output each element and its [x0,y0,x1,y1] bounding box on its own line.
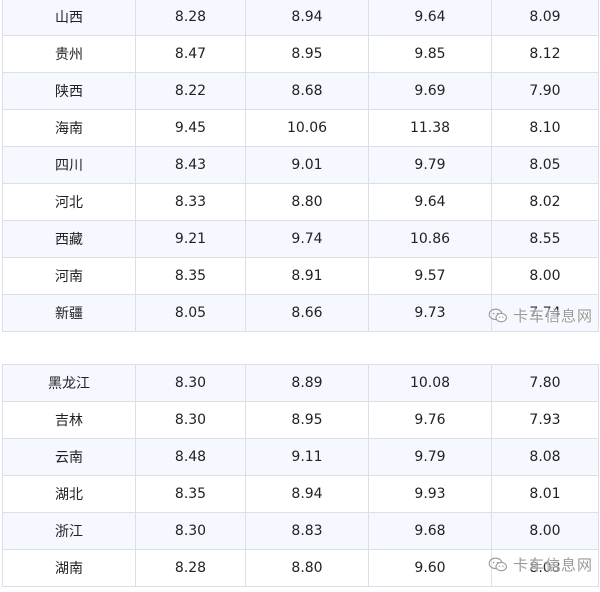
price-cell: 8.05 [135,294,246,332]
price-cell: 8.94 [245,475,369,513]
table-row: 黑龙江 8.30 8.89 10.08 7.80 [2,364,599,402]
price-cell: 7.90 [491,72,599,110]
price-cell: 9.11 [245,438,369,476]
price-cell: 8.22 [135,72,246,110]
price-cell: 8.83 [245,512,369,550]
price-cell: 8.05 [491,146,599,184]
price-cell: 9.79 [368,146,492,184]
price-cell: 9.73 [368,294,492,332]
province-cell: 四川 [2,146,136,184]
table-row: 云南 8.48 9.11 9.79 8.08 [2,438,599,476]
price-cell: 10.06 [245,109,369,147]
price-cell: 8.08 [491,438,599,476]
province-cell: 黑龙江 [2,364,136,402]
province-cell: 云南 [2,438,136,476]
price-cell: 9.64 [368,0,492,36]
price-cell: 8.68 [245,72,369,110]
watermark: 卡车信息网 [488,554,593,575]
price-cell: 8.00 [491,257,599,295]
province-cell: 贵州 [2,35,136,73]
wechat-icon [488,308,507,322]
price-cell: 8.95 [245,401,369,439]
price-cell: 8.10 [491,109,599,147]
table-row: 贵州 8.47 8.95 9.85 8.12 [2,35,599,73]
province-cell: 山西 [2,0,136,36]
province-cell: 吉林 [2,401,136,439]
price-cell: 8.28 [135,549,246,587]
price-cell: 8.95 [245,35,369,73]
price-cell: 9.57 [368,257,492,295]
table-row: 西藏 9.21 9.74 10.86 8.55 [2,220,599,258]
watermark: 卡车信息网 [488,305,593,326]
price-cell: 8.12 [491,35,599,73]
price-cell: 10.08 [368,364,492,402]
table-row: 陕西 8.22 8.68 9.69 7.90 [2,72,599,110]
price-cell: 9.85 [368,35,492,73]
price-cell: 8.30 [135,401,246,439]
price-cell: 9.74 [245,220,369,258]
price-cell: 8.80 [245,183,369,221]
price-cell: 8.94 [245,0,369,36]
wechat-icon [488,557,507,571]
price-cell: 8.01 [491,475,599,513]
watermark-text: 卡车信息网 [513,556,594,574]
price-cell: 8.89 [245,364,369,402]
table-row: 河北 8.33 8.80 9.64 8.02 [2,183,599,221]
watermark-text: 卡车信息网 [513,307,594,325]
price-cell: 8.91 [245,257,369,295]
price-cell: 9.64 [368,183,492,221]
price-cell: 11.38 [368,109,492,147]
table-row: 吉林 8.30 8.95 9.76 7.93 [2,401,599,439]
province-cell: 湖北 [2,475,136,513]
price-cell: 8.43 [135,146,246,184]
price-cell: 8.80 [245,549,369,587]
fuel-price-table-1: 山西 8.28 8.94 9.64 8.09 贵州 8.47 8.95 9.85 8.12 陕西 8.… [2,0,599,332]
price-cell: 9.60 [368,549,492,587]
price-cell: 9.45 [135,109,246,147]
table-gap [0,338,600,364]
table-row: 浙江 8.30 8.83 9.68 8.00 [2,512,599,550]
table-row: 河南 8.35 8.91 9.57 8.00 [2,257,599,295]
province-cell: 新疆 [2,294,136,332]
province-cell: 海南 [2,109,136,147]
province-cell: 河北 [2,183,136,221]
price-cell: 8.00 [491,512,599,550]
province-cell: 浙江 [2,512,136,550]
province-cell: 河南 [2,257,136,295]
price-cell: 7.80 [491,364,599,402]
price-cell: 8.66 [245,294,369,332]
price-cell: 8.30 [135,364,246,402]
price-cell: 9.01 [245,146,369,184]
price-cell: 8.48 [135,438,246,476]
price-cell: 8.02 [491,183,599,221]
price-cell: 8.33 [135,183,246,221]
price-cell: 8.09 [491,0,599,36]
province-cell: 湖南 [2,549,136,587]
price-cell: 8.35 [135,257,246,295]
table-row: 四川 8.43 9.01 9.79 8.05 [2,146,599,184]
province-cell: 陕西 [2,72,136,110]
price-cell: 9.79 [368,438,492,476]
province-cell: 西藏 [2,220,136,258]
price-cell: 7.93 [491,401,599,439]
price-cell: 9.69 [368,72,492,110]
price-cell: 9.68 [368,512,492,550]
price-cell: 8.30 [135,512,246,550]
price-cell: 8.55 [491,220,599,258]
table-row: 湖北 8.35 8.94 9.93 8.01 [2,475,599,513]
price-cell: 9.76 [368,401,492,439]
price-cell: 8.28 [135,0,246,36]
price-cell: 10.86 [368,220,492,258]
price-cell: 8.47 [135,35,246,73]
table-row: 山西 8.28 8.94 9.64 8.09 [2,0,599,36]
price-cell: 8.35 [135,475,246,513]
table-row: 海南 9.45 10.06 11.38 8.10 [2,109,599,147]
price-cell: 9.93 [368,475,492,513]
price-cell: 9.21 [135,220,246,258]
